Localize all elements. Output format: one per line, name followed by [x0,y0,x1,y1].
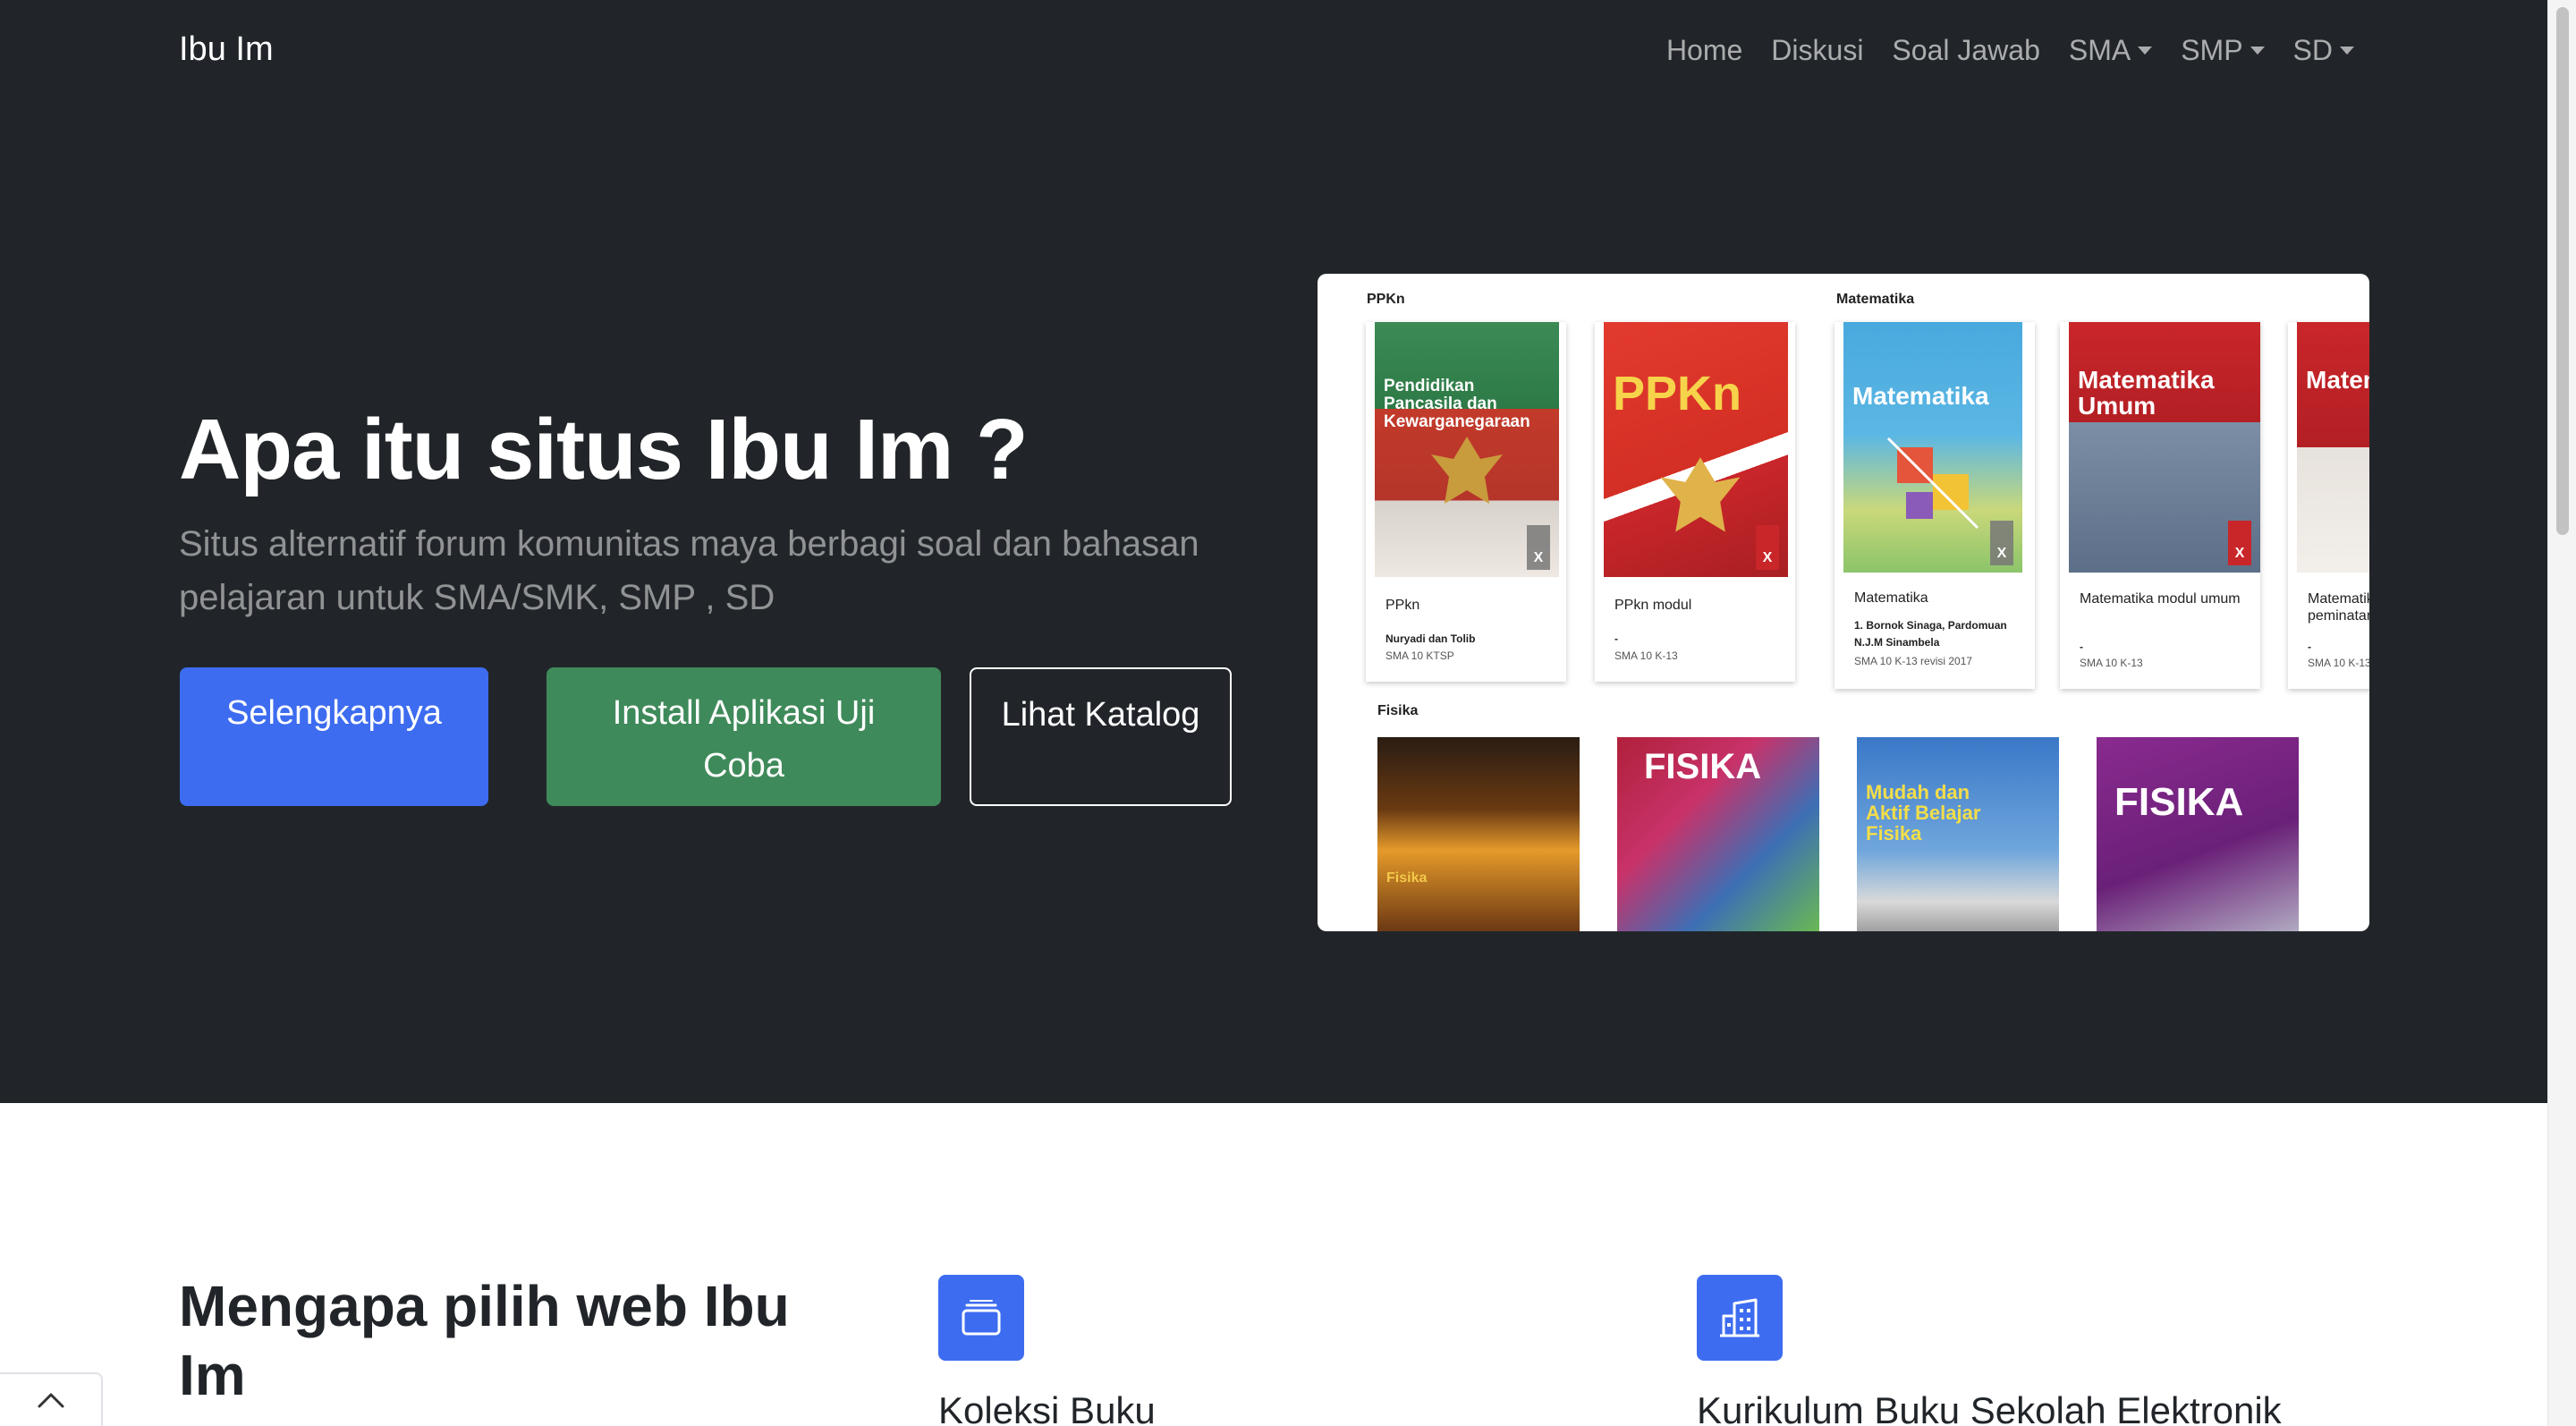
nav-link-soal-jawab[interactable]: Soal Jawab [1892,34,2039,67]
catalog-preview-image: PPKn Matematika Pendidikan Pancasila dan… [1318,274,2369,931]
collection-icon [938,1275,1024,1361]
book-cover-fisika[interactable]: FISIKA [2097,737,2299,931]
nav-dropdown-sd[interactable]: SD [2293,34,2354,67]
nav-links: Home Diskusi Soal Jawab SMA SMP SD [1666,34,2354,67]
hero-title: Apa itu situs Ibu Im ? [179,402,1029,497]
scrollbar-thumb[interactable] [2556,7,2569,535]
book-cover-fisika[interactable]: FISIKA [1617,737,1819,931]
geometry-illustration-icon [1886,437,1979,530]
book-cover: Matematika Umum X [2069,322,2260,573]
book-card[interactable]: Matematika X Matematika 1. Bornok Sinaga… [1835,322,2035,689]
caret-down-icon [2250,47,2265,55]
hero-lead: Situs alternatif forum komunitas maya be… [179,524,1199,617]
chevron-up-icon [38,1393,64,1408]
section-label-matematika: Matematika [1836,292,1915,307]
top-navbar: Ibu Im Home Diskusi Soal Jawab SMA SMP S… [0,0,2547,106]
book-cover: Matematika Peminatan [2297,322,2369,573]
section-label-ppkn: PPKn [1367,292,1405,307]
nav-dropdown-sma[interactable]: SMA [2069,34,2153,67]
book-card[interactable]: Pendidikan Pancasila dan Kewarganegaraan… [1366,322,1566,682]
section-label-fisika: Fisika [1377,703,1419,718]
garuda-emblem-icon [1431,437,1503,504]
caret-down-icon [2138,47,2153,55]
feature-title-koleksi: Koleksi Buku [938,1389,1156,1426]
install-app-button[interactable]: Install Aplikasi Uji Coba [547,667,941,806]
book-cover: Pendidikan Pancasila dan Kewarganegaraan… [1375,322,1559,577]
garuda-emblem-icon [1660,457,1741,532]
book-cover-fisika[interactable]: Fisika [1377,737,1580,931]
hero-section: Ibu Im Home Diskusi Soal Jawab SMA SMP S… [0,0,2547,1103]
book-card[interactable]: PPKn X PPkn modul - SMA 10 K-13 [1595,322,1795,682]
book-cover-fisika[interactable]: Mudah dan Aktif Belajar Fisika [1857,737,2059,931]
book-cover: Matematika X [1843,322,2022,573]
lihat-katalog-button[interactable]: Lihat Katalog [970,667,1232,806]
nav-dropdown-smp[interactable]: SMP [2181,34,2265,67]
selengkapnya-button[interactable]: Selengkapnya [180,667,488,806]
book-card[interactable]: Matematika Umum X Matematika modul umum … [2060,322,2260,689]
book-card[interactable]: Matematika Peminatan Matematika peminata… [2288,322,2369,689]
nav-link-diskusi[interactable]: Diskusi [1771,34,1863,67]
building-icon [1697,1275,1783,1361]
caret-down-icon [2340,47,2354,55]
nav-link-home[interactable]: Home [1666,34,1742,67]
page-scrollbar[interactable] [2547,0,2576,1426]
book-cover: PPKn X [1604,322,1788,577]
feature-title-kurikulum: Kurikulum Buku Sekolah Elektronik [1697,1389,2282,1426]
brand-link[interactable]: Ibu Im [179,30,274,69]
why-section-title: Mengapa pilih web Ibu Im [179,1274,790,1407]
scroll-to-top-button[interactable] [0,1372,103,1426]
